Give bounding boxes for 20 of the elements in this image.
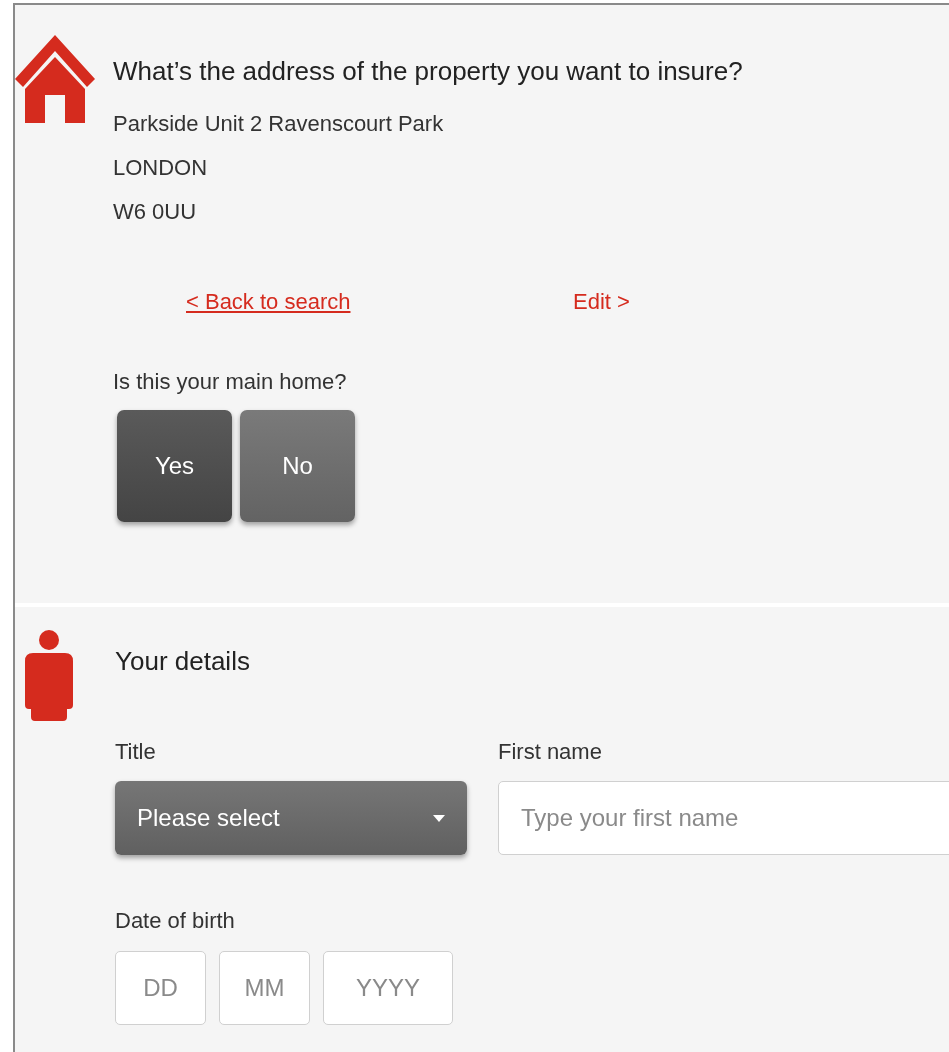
first-name-field[interactable]: Type your first name xyxy=(498,781,949,855)
caret-icon xyxy=(433,814,445,822)
link[interactable]: Edit > xyxy=(573,288,949,316)
person-icon xyxy=(25,629,73,721)
field-label: First name xyxy=(498,738,603,766)
link[interactable]: < Back to search xyxy=(186,288,573,316)
option-button[interactable]: No xyxy=(240,410,355,522)
section-heading: What’s the address of the property you want to insure? xyxy=(113,55,744,88)
field-label: Date of birth xyxy=(115,907,236,935)
date-field[interactable]: MM xyxy=(219,951,310,1025)
address-line: W6 0UU xyxy=(113,198,198,226)
date-field[interactable]: YYYY xyxy=(323,951,453,1025)
date-field[interactable]: DD xyxy=(115,951,206,1025)
field-label: Title xyxy=(115,738,157,766)
option-button[interactable]: Yes xyxy=(117,410,232,522)
question-label: Is this your main home? xyxy=(113,368,348,396)
section-heading: Your details xyxy=(115,645,251,678)
address-line: LONDON xyxy=(113,154,209,182)
address-line: Parkside Unit 2 Ravenscourt Park xyxy=(113,110,445,138)
title-dropdown[interactable]: Please select xyxy=(115,781,467,855)
